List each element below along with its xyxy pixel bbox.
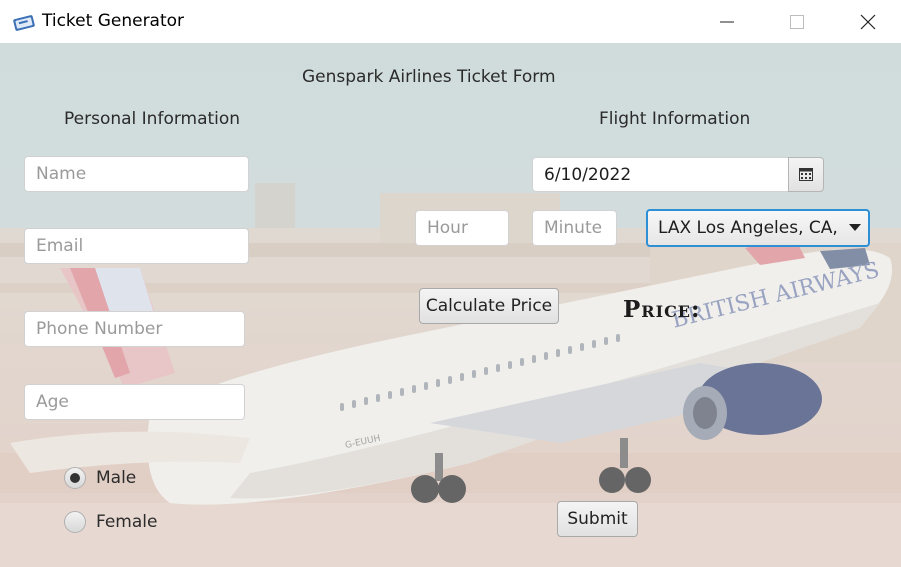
minimize-icon [720,21,734,22]
submit-button[interactable]: Submit [557,501,638,537]
name-field[interactable]: Name [24,156,249,192]
minimize-button[interactable] [702,0,752,43]
close-button[interactable] [843,0,893,43]
title-bar: Ticket Generator [0,0,901,43]
close-icon [860,14,876,29]
maximize-button[interactable] [772,0,822,43]
radio-selected-dot [70,473,80,483]
form-area: BRITISH AIRWAYS G-EUUH Genspark Airlines… [0,43,901,567]
minute-field[interactable]: Minute [532,210,617,246]
female-radio[interactable] [64,511,86,533]
date-picker-button[interactable] [788,157,824,192]
flight-info-heading: Flight Information [599,109,751,129]
age-field[interactable]: Age [24,384,245,420]
chevron-down-icon [849,224,861,231]
female-label[interactable]: Female [96,512,157,532]
price-label: Price: [623,296,701,323]
email-field[interactable]: Email [24,228,249,264]
ticket-generator-window: Ticket Generator BRITISH AIRWAYS G-EUUH … [0,0,901,567]
window-title: Ticket Generator [42,11,185,31]
calendar-icon [799,168,813,181]
phone-number-field[interactable]: Phone Number [24,311,245,347]
male-label[interactable]: Male [96,468,136,488]
form-heading: Genspark Airlines Ticket Form [302,67,556,87]
calculate-price-button[interactable]: Calculate Price [419,288,559,324]
personal-info-heading: Personal Information [64,109,241,129]
male-radio[interactable] [64,467,86,489]
ticket-icon [12,11,37,31]
destination-selected-value: LAX Los Angeles, CA, B... [658,218,838,238]
hour-field[interactable]: Hour [415,210,509,246]
destination-dropdown[interactable]: LAX Los Angeles, CA, B... [646,209,870,247]
date-field[interactable]: 6/10/2022 [532,157,789,192]
maximize-icon [790,14,804,29]
